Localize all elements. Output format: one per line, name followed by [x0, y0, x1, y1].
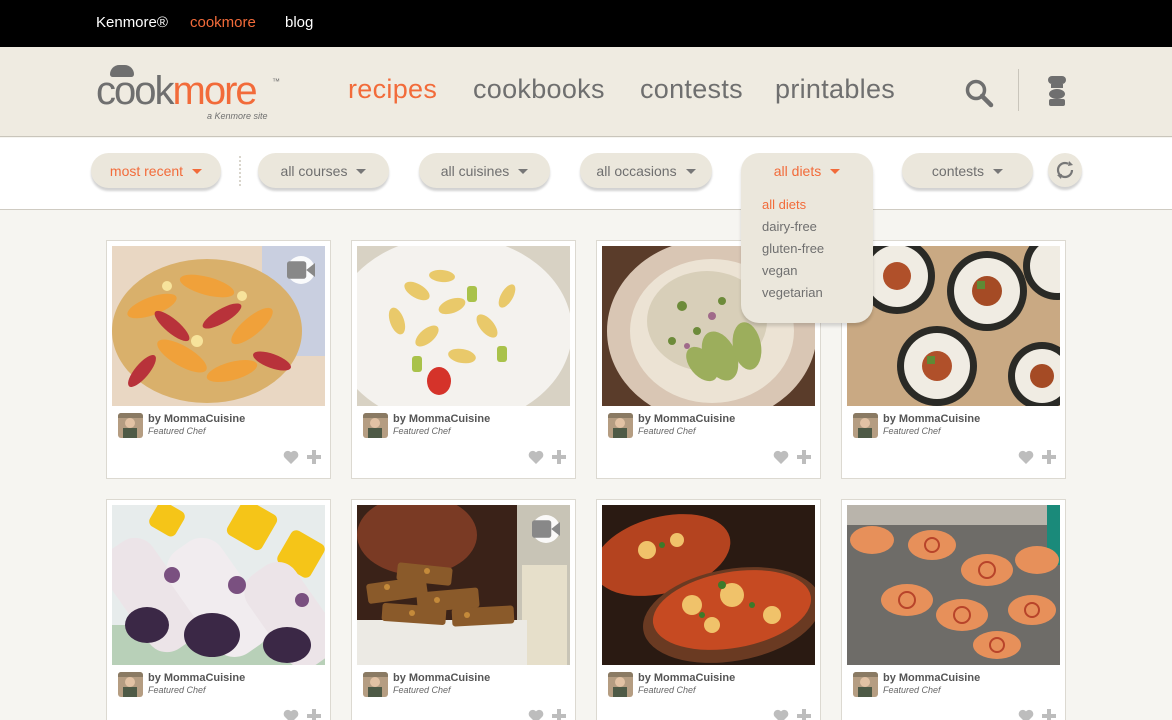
add-icon[interactable]: [306, 708, 322, 720]
reset-filters-button[interactable]: [1048, 153, 1082, 187]
author-name[interactable]: by MommaCuisine: [638, 413, 735, 425]
recipe-card[interactable]: by MommaCuisine Featured Chef: [351, 240, 576, 479]
author-role: Featured Chef: [393, 426, 451, 436]
chevron-down-icon: [993, 169, 1004, 174]
author-name[interactable]: by MommaCuisine: [883, 672, 980, 684]
diet-option-vegan[interactable]: vegan: [762, 263, 824, 285]
recipe-card[interactable]: by MommaCuisine Featured Chef: [106, 240, 331, 479]
top-bar: Kenmore® cookmore blog: [0, 0, 1172, 47]
recipe-photo-granola-bars[interactable]: [357, 505, 570, 665]
chevron-down-icon: [518, 169, 529, 174]
author-role: Featured Chef: [883, 426, 941, 436]
chevron-down-icon: [830, 169, 841, 174]
recipe-photo-berry-popsicles[interactable]: [112, 505, 325, 665]
nav-cookbooks[interactable]: cookbooks: [473, 74, 605, 105]
logo-trademark: ™: [272, 77, 280, 86]
avatar[interactable]: [118, 413, 143, 438]
recipe-card[interactable]: by MommaCuisine Featured Chef: [596, 499, 821, 720]
author-name[interactable]: by MommaCuisine: [393, 413, 490, 425]
author-name[interactable]: by MommaCuisine: [638, 672, 735, 684]
chevron-down-icon: [685, 169, 696, 174]
kenmore-link[interactable]: Kenmore®: [96, 14, 168, 31]
diet-option-all[interactable]: all diets: [762, 197, 824, 219]
recipe-card[interactable]: by MommaCuisine Featured Chef: [351, 499, 576, 720]
avatar[interactable]: [608, 672, 633, 697]
heart-icon[interactable]: [283, 449, 299, 465]
recipe-card[interactable]: by MommaCuisine Featured Chef: [841, 240, 1066, 479]
blog-link[interactable]: blog: [285, 14, 313, 31]
search-icon[interactable]: [964, 78, 994, 108]
cookmore-logo[interactable]: cookmore ™ a Kenmore site: [96, 65, 286, 125]
author-name[interactable]: by MommaCuisine: [883, 413, 980, 425]
add-icon[interactable]: [1041, 708, 1057, 720]
diet-option-vegetarian[interactable]: vegetarian: [762, 285, 824, 307]
author-role: Featured Chef: [638, 426, 696, 436]
add-icon[interactable]: [796, 708, 812, 720]
diets-options: all diets dairy-free gluten-free vegan v…: [762, 197, 824, 307]
author-role: Featured Chef: [638, 685, 696, 695]
author-role: Featured Chef: [148, 426, 206, 436]
add-icon[interactable]: [306, 449, 322, 465]
sort-dropdown[interactable]: most recent: [91, 153, 221, 188]
add-icon[interactable]: [796, 449, 812, 465]
user-chef-icon[interactable]: [1044, 75, 1070, 107]
add-icon[interactable]: [551, 449, 567, 465]
heart-icon[interactable]: [773, 708, 789, 720]
heart-icon[interactable]: [773, 449, 789, 465]
avatar[interactable]: [853, 672, 878, 697]
filter-bar: most recent all courses all cuisines all…: [0, 138, 1172, 210]
courses-dropdown[interactable]: all courses: [258, 153, 389, 188]
author-role: Featured Chef: [393, 685, 451, 695]
diet-option-dairy-free[interactable]: dairy-free: [762, 219, 824, 241]
contests-dropdown[interactable]: contests: [902, 153, 1033, 188]
avatar[interactable]: [853, 413, 878, 438]
author-name[interactable]: by MommaCuisine: [393, 672, 490, 684]
nav-recipes[interactable]: recipes: [348, 74, 437, 105]
recipe-photo-stuffed-potatoes[interactable]: [602, 505, 815, 665]
heart-icon[interactable]: [528, 708, 544, 720]
filter-separator: [239, 156, 241, 186]
cuisines-dropdown[interactable]: all cuisines: [419, 153, 550, 188]
recipe-photo-sushi-rolls[interactable]: [847, 246, 1060, 406]
recipe-card[interactable]: by MommaCuisine Featured Chef: [841, 499, 1066, 720]
site-header: cookmore ™ a Kenmore site recipes cookbo…: [0, 47, 1172, 137]
author-role: Featured Chef: [883, 685, 941, 695]
nav-contests[interactable]: contests: [640, 74, 743, 105]
heart-icon[interactable]: [283, 708, 299, 720]
avatar[interactable]: [608, 413, 633, 438]
avatar[interactable]: [118, 672, 143, 697]
chevron-down-icon: [192, 169, 203, 174]
logo-wordmark: cookmore: [96, 69, 258, 113]
avatar[interactable]: [363, 413, 388, 438]
heart-icon[interactable]: [1018, 708, 1034, 720]
author-name[interactable]: by MommaCuisine: [148, 413, 245, 425]
heart-icon[interactable]: [1018, 449, 1034, 465]
diet-option-gluten-free[interactable]: gluten-free: [762, 241, 824, 263]
add-icon[interactable]: [551, 708, 567, 720]
recipe-card[interactable]: by MommaCuisine Featured Chef: [106, 499, 331, 720]
video-camera-icon: [532, 515, 560, 543]
header-divider: [1018, 69, 1019, 111]
occasions-dropdown[interactable]: all occasions: [580, 153, 712, 188]
recipe-photo-fruit-galette[interactable]: [112, 246, 325, 406]
nav-printables[interactable]: printables: [775, 74, 895, 105]
heart-icon[interactable]: [528, 449, 544, 465]
diets-dropdown-toggle[interactable]: all diets: [741, 153, 873, 188]
video-camera-icon: [287, 256, 315, 284]
chevron-down-icon: [356, 169, 367, 174]
cookmore-link[interactable]: cookmore: [190, 14, 256, 31]
refresh-icon: [1056, 161, 1074, 179]
author-name[interactable]: by MommaCuisine: [148, 672, 245, 684]
logo-tagline: a Kenmore site: [207, 111, 268, 121]
author-role: Featured Chef: [148, 685, 206, 695]
avatar[interactable]: [363, 672, 388, 697]
diets-dropdown[interactable]: all diets all diets dairy-free gluten-fr…: [741, 153, 873, 323]
add-icon[interactable]: [1041, 449, 1057, 465]
recipe-photo-pasta-salad[interactable]: [357, 246, 570, 406]
recipe-photo-pinwheels[interactable]: [847, 505, 1060, 665]
